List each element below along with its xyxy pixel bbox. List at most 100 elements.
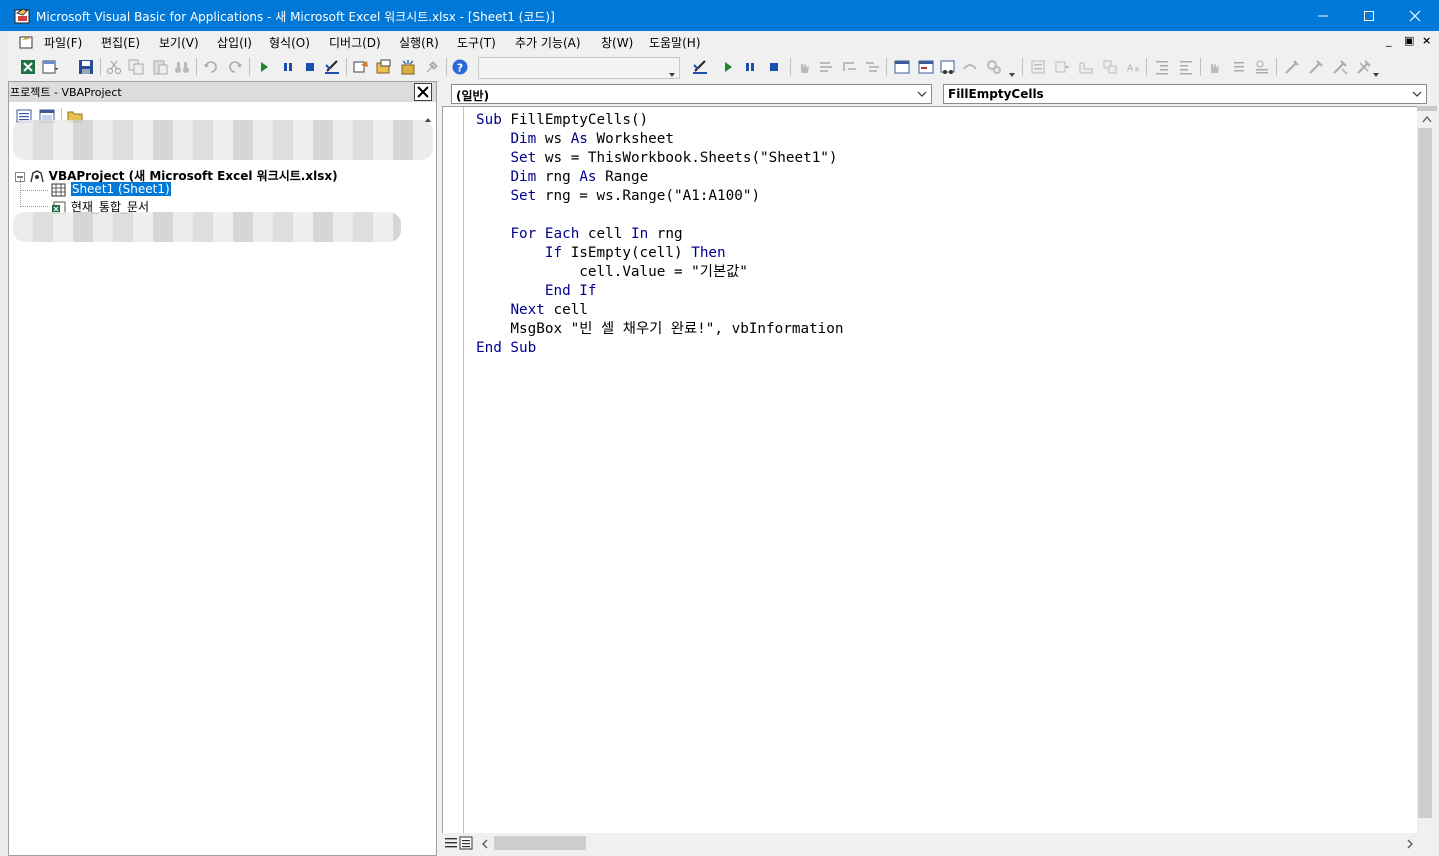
toolbar-overflow-icon[interactable] [668,67,676,79]
code-line[interactable]: Dim rng As Range [476,168,844,187]
properties-icon[interactable] [376,59,392,75]
cut-icon[interactable] [106,59,122,75]
toggle-bookmark-icon[interactable] [1206,59,1222,75]
reset-icon[interactable] [302,59,318,75]
mdi-close-button[interactable]: × [1422,34,1431,47]
toolbar-overflow-icon[interactable] [1372,67,1380,79]
design-mode-icon[interactable] [324,59,340,75]
indent-icon[interactable] [1154,59,1170,75]
menu-addins[interactable]: 추가 기능(A) [515,34,581,51]
toggle-breakpoint-icon[interactable] [796,59,812,75]
full-module-view-icon[interactable] [459,836,473,850]
code-line[interactable]: Set ws = ThisWorkbook.Sheets("Sheet1") [476,149,844,168]
menu-help[interactable]: 도움말(H) [649,34,701,51]
run-icon[interactable] [720,59,736,75]
menu-edit[interactable]: 편집(E) [101,34,140,51]
uncomment-block-icon[interactable] [1356,59,1372,75]
locals-icon[interactable] [894,59,910,75]
next-bookmark-icon[interactable] [1230,59,1246,75]
watch-icon[interactable] [940,59,956,75]
scroll-up-icon[interactable] [1421,114,1433,124]
code-line[interactable]: Dim ws As Worksheet [476,130,844,149]
toolbar-overflow-icon[interactable] [1008,67,1016,79]
quick-info-icon[interactable] [1078,59,1094,75]
maximize-button[interactable] [1346,0,1392,31]
code-line[interactable]: Next cell [476,301,844,320]
step-out-icon[interactable] [864,59,880,75]
code-line[interactable]: Set rng = ws.Range("A1:A100") [476,187,844,206]
object-browser-icon[interactable] [400,59,416,75]
toolbox-icon[interactable] [424,59,440,75]
uncomment-block-icon[interactable] [1332,59,1348,75]
code-line[interactable]: End Sub [476,339,844,358]
complete-word-icon[interactable]: A ± [1126,59,1142,75]
code-editor[interactable]: Sub FillEmptyCells() Dim ws As Worksheet… [442,106,1419,838]
insert-userform-icon[interactable] [42,59,58,75]
tree-node-sheet1[interactable]: Sheet1 (Sheet1) [51,182,171,197]
list-constants-icon[interactable] [1054,59,1070,75]
reset-icon[interactable] [766,59,782,75]
position-combo[interactable] [478,57,680,79]
outdent-icon[interactable] [1178,59,1194,75]
menu-format[interactable]: 형식(O) [269,34,310,51]
object-dropdown[interactable]: (일반) [451,84,932,104]
minimize-button[interactable] [1300,0,1346,31]
horizontal-scrollbar[interactable] [440,833,1439,853]
run-icon[interactable] [256,59,272,75]
design-mode-icon[interactable] [692,59,708,75]
scroll-right-icon[interactable] [1405,838,1415,850]
parameter-info-icon[interactable] [1102,59,1118,75]
menu-window[interactable]: 창(W) [601,34,633,51]
menu-insert[interactable]: 삽입(I) [217,34,252,51]
mdi-restore-button[interactable]: ▣ [1404,34,1414,47]
find-icon[interactable] [174,59,190,75]
menu-debug[interactable]: 디버그(D) [329,34,381,51]
project-panel-close-button[interactable] [414,83,432,101]
quick-watch-icon[interactable] [962,59,978,75]
maximize-icon [1364,10,1374,21]
clear-bookmarks-icon[interactable] [1284,59,1300,75]
code-line[interactable] [476,206,844,225]
code-line[interactable]: If IsEmpty(cell) Then [476,244,844,263]
redo-icon[interactable] [227,59,243,75]
excel-icon[interactable] [20,59,36,75]
code-line[interactable]: For Each cell In rng [476,225,844,244]
scroll-left-icon[interactable] [480,838,490,850]
code-line[interactable]: Sub FillEmptyCells() [476,111,844,130]
vertical-scrollbar[interactable] [1417,106,1437,836]
split-bar[interactable] [1417,106,1437,111]
procedure-view-icon[interactable] [444,836,458,850]
call-stack-icon[interactable] [986,59,1002,75]
vba-app-icon[interactable] [14,7,32,25]
code-line[interactable]: cell.Value = "기본값" [476,263,844,282]
menu-tools[interactable]: 도구(T) [457,34,496,51]
project-explorer-icon[interactable] [353,59,369,75]
help-icon[interactable]: ? [452,59,468,75]
document-menu-icon[interactable] [18,34,34,50]
break-icon[interactable] [742,59,758,75]
break-icon[interactable] [280,59,296,75]
horizontal-scroll-thumb[interactable] [494,836,586,850]
menu-file[interactable]: 파일(F) [44,34,82,51]
code-line[interactable]: MsgBox "빈 셀 채우기 완료!", vbInformation [476,320,843,339]
code-line[interactable]: End If [476,282,844,301]
scroll-up-icon[interactable] [424,113,432,125]
undo-icon[interactable] [203,59,219,75]
immediate-icon[interactable] [918,59,934,75]
copy-icon[interactable] [128,59,144,75]
menu-view[interactable]: 보기(V) [159,34,199,51]
previous-bookmark-icon[interactable] [1254,59,1270,75]
step-into-icon[interactable] [818,59,834,75]
save-icon[interactable] [78,59,94,75]
comment-block-icon[interactable] [1308,59,1324,75]
procedure-dropdown[interactable]: FillEmptyCells [943,84,1427,104]
paste-icon[interactable] [152,59,168,75]
close-button[interactable] [1392,0,1438,31]
list-properties-icon[interactable] [1030,59,1046,75]
vertical-scroll-thumb[interactable] [1418,128,1432,818]
menu-run[interactable]: 실행(R) [399,34,439,51]
mdi-minimize-button[interactable]: _ [1386,34,1392,47]
code-text[interactable]: Sub FillEmptyCells() Dim ws As Worksheet… [476,111,844,358]
step-over-icon[interactable] [842,59,858,75]
margin-indicator-bar[interactable] [443,107,464,837]
